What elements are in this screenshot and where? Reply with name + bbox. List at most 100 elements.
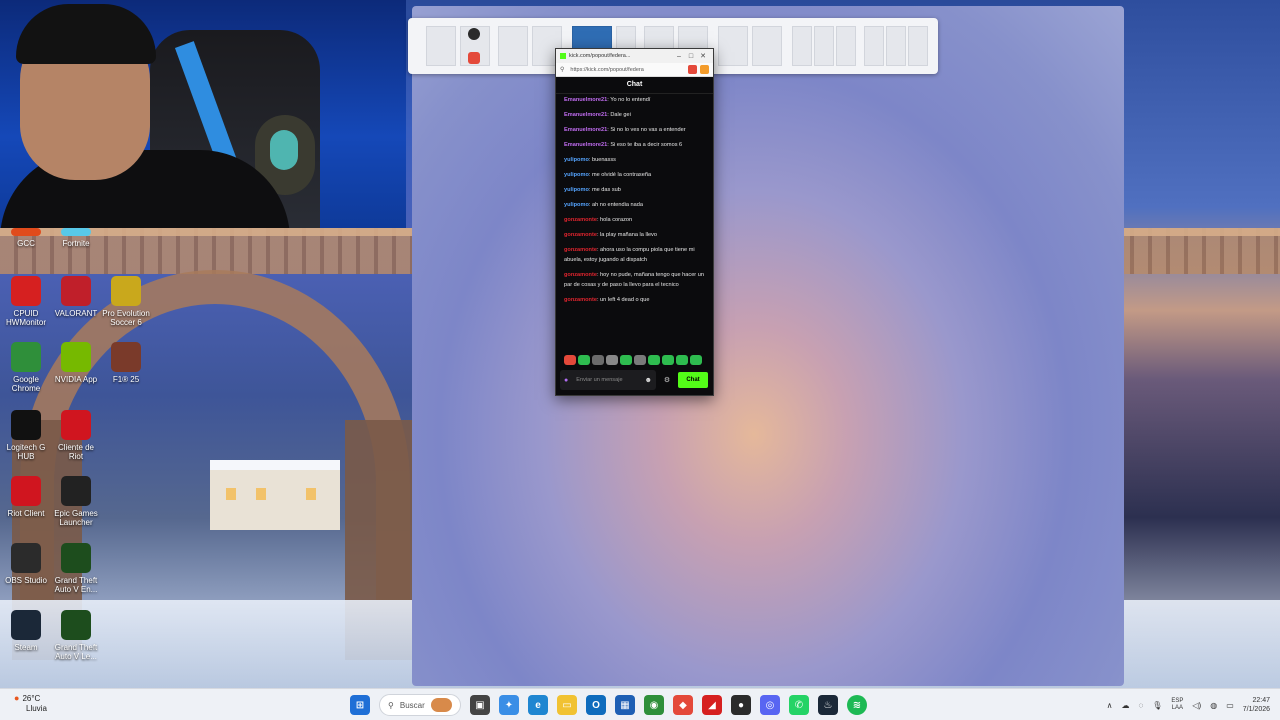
chat-username[interactable]: yulipomo [564,202,589,208]
microphone-icon[interactable]: 🎙 [1152,701,1162,710]
chat-message-input[interactable]: ● Enviar un mensaje ☻ [560,370,656,390]
chat-username[interactable]: Emanuelmore21 [564,142,607,148]
chat-username[interactable]: Emanuelmore21 [564,127,607,133]
snap-cell[interactable] [498,26,528,66]
chat-popout-window[interactable]: kick.com/popout/federa... – □ ✕ ⚲ https:… [555,48,714,396]
chat-username[interactable]: gonzamonte [564,247,597,253]
desktop-shortcut[interactable]: Epic Games Launcher [50,476,102,527]
desktop-shortcut[interactable]: Fortnite [50,228,102,248]
minimize-icon[interactable]: – [673,53,685,60]
emoji-icon[interactable]: ☻ [645,377,652,384]
desktop-shortcut[interactable]: Grand Theft Auto V En... [50,543,102,594]
chat-message[interactable]: gonzamonte: ahora uso la compu piola que… [564,245,705,265]
emote-icon[interactable] [564,355,576,365]
desktop-shortcut[interactable]: Riot Client [0,476,52,518]
discord-icon[interactable]: ◎ [760,695,780,715]
chat-message-list[interactable]: Emanuelmore21: Yo no lo entendí Emanuelmo… [556,94,713,305]
chat-message[interactable]: gonzamonte: hoy no pude, mañana tengo qu… [564,270,705,290]
desktop-shortcut[interactable]: Grand Theft Auto V Le... [50,610,102,661]
snap-cell[interactable] [814,26,834,66]
chat-message[interactable]: Emanuelmore21: Si no lo ves no vas a ent… [564,125,705,135]
chat-username[interactable]: Emanuelmore21 [564,112,607,118]
desktop-shortcut[interactable]: VALORANT [50,276,102,318]
chat-message[interactable]: yulipomo: me olvidé la contraseña [564,170,705,180]
steam-icon[interactable]: ♨ [818,695,838,715]
chat-username[interactable]: gonzamonte [564,272,597,278]
emote-icon[interactable] [634,355,646,365]
desktop-shortcut[interactable]: F1® 25 [100,342,152,384]
desktop-shortcut[interactable]: CPUID HWMonitor [0,276,52,327]
chat-message[interactable]: yulipomo: ah no entendia nada [564,200,705,210]
close-icon[interactable]: ✕ [697,52,709,60]
desktop-shortcut[interactable]: Steam [0,610,52,652]
brave-shields-icon[interactable] [688,65,697,74]
snap-cell[interactable] [886,26,906,66]
chat-message[interactable]: Emanuelmore21: Yo no lo entendí [564,95,705,105]
emote-icon[interactable] [662,355,674,365]
brave-rewards-icon[interactable] [700,65,709,74]
brave-icon[interactable]: ◆ [673,695,693,715]
battery-icon[interactable]: ▭ [1226,701,1234,710]
chat-message[interactable]: yulipomo: buenasss [564,155,705,165]
chat-username[interactable]: yulipomo [564,157,589,163]
chat-username[interactable]: gonzamonte [564,217,597,223]
snap-cell[interactable] [752,26,782,66]
gear-icon[interactable]: ⚙ [660,376,674,384]
task-view-icon[interactable]: ▣ [470,695,490,715]
start-windows-icon[interactable]: ⊞ [350,695,370,715]
chat-username[interactable]: gonzamonte [564,297,597,303]
edge-icon[interactable]: e [528,695,548,715]
desktop-shortcut[interactable]: Logitech G HUB [0,410,52,461]
chat-message[interactable]: yulipomo: me das sub [564,185,705,195]
emote-icon[interactable] [606,355,618,365]
wifi-icon[interactable]: ◍ [1210,701,1217,710]
chat-username[interactable]: Emanuelmore21 [564,97,607,103]
copilot-icon[interactable]: ✦ [499,695,519,715]
site-info-icon[interactable]: ⚲ [560,66,564,73]
outlook-icon[interactable]: O [586,695,606,715]
clock[interactable]: 22:47 7/1/2026 [1243,696,1270,714]
spotify-icon[interactable]: ≋ [847,695,867,715]
snap-cell[interactable] [864,26,884,66]
desktop-shortcut[interactable]: NVIDIA App [50,342,102,384]
volume-icon[interactable]: ◁) [1192,701,1201,710]
snap-cell[interactable] [836,26,856,66]
send-chat-button[interactable]: Chat [678,372,708,388]
chat-username[interactable]: gonzamonte [564,232,597,238]
microphone-icon[interactable]: ● [564,377,568,384]
chrome-icon[interactable]: ◉ [644,695,664,715]
desktop-shortcut[interactable]: Google Chrome [0,342,52,393]
snap-cell[interactable] [426,26,456,66]
chat-message[interactable]: Emanuelmore21: Dale gei [564,110,705,120]
emote-icon[interactable] [690,355,702,365]
chat-message[interactable]: Emanuelmore21: Si eso te iba a decir som… [564,140,705,150]
url-text[interactable]: https://kick.com/popout/federa [570,67,685,73]
whatsapp-icon[interactable]: ✆ [789,695,809,715]
onedrive-icon[interactable]: ☁ [1121,701,1129,710]
snap-cell[interactable] [908,26,928,66]
desktop-shortcut[interactable]: OBS Studio [0,543,52,585]
desktop-shortcut[interactable]: GCC [0,228,52,248]
chevron-up-icon[interactable]: ∧ [1107,701,1113,710]
maximize-icon[interactable]: □ [685,53,697,60]
taskbar-search[interactable]: ⚲ Buscar [379,694,461,716]
chat-username[interactable]: yulipomo [564,172,589,178]
riot-icon[interactable]: ◢ [702,695,722,715]
network-icon[interactable]: ◌ [1138,701,1143,710]
chat-username[interactable]: yulipomo [564,187,589,193]
input-language[interactable]: ESP LAA [1171,698,1183,712]
desktop-shortcut[interactable]: Pro Evolution Soccer 6 [100,276,152,327]
calculator-icon[interactable]: ▦ [615,695,635,715]
emote-icon[interactable] [648,355,660,365]
chat-message[interactable]: gonzamonte: hola corazon [564,215,705,225]
chat-message[interactable]: gonzamonte: un left 4 dead o que [564,295,705,305]
emote-icon[interactable] [620,355,632,365]
chat-window-titlebar[interactable]: kick.com/popout/federa... – □ ✕ [556,49,713,63]
emote-icon[interactable] [592,355,604,365]
weather-widget[interactable]: ● 26°C Lluvia [14,693,47,714]
file-explorer-icon[interactable]: ▭ [557,695,577,715]
desktop-shortcut[interactable]: Cliente de Riot [50,410,102,461]
emote-icon[interactable] [578,355,590,365]
address-bar[interactable]: ⚲ https://kick.com/popout/federa [556,63,713,77]
snap-cell[interactable] [718,26,748,66]
